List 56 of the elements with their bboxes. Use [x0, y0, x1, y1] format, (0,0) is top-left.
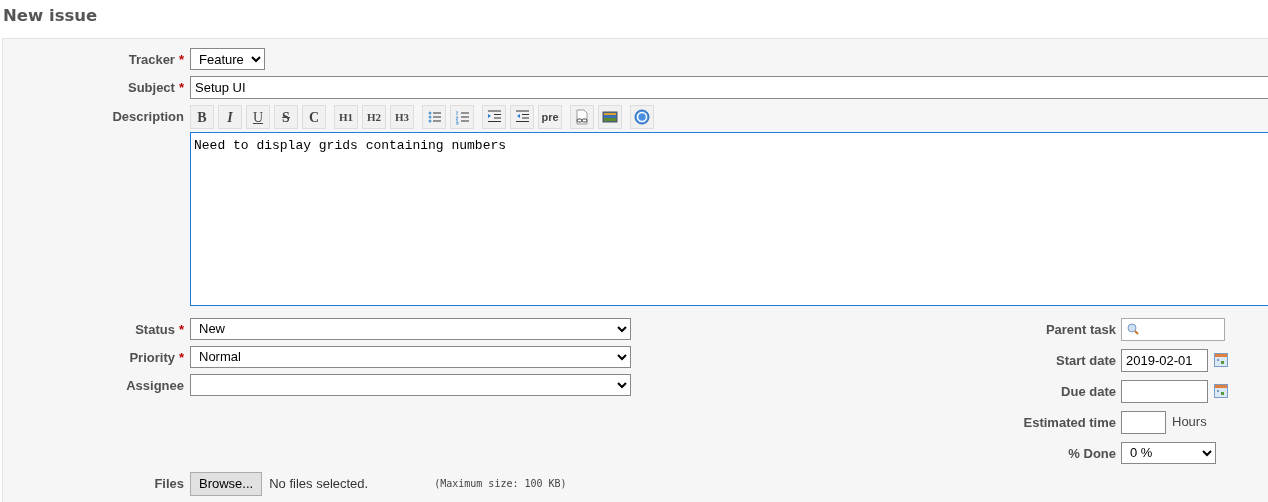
size-hint: (Maximum size: 100 KB): [434, 477, 567, 491]
required-mark: *: [178, 80, 184, 95]
required-mark: *: [178, 321, 184, 337]
heading-button[interactable]: H3: [390, 105, 414, 129]
image-icon: [602, 109, 618, 125]
strikethrough-button[interactable]: S: [274, 105, 298, 129]
field-label: Due date: [1061, 383, 1116, 399]
calendar-icon[interactable]: [1214, 353, 1228, 367]
link-icon: [574, 109, 590, 125]
numbered-list-icon: [454, 109, 470, 125]
field-label: Priority: [129, 349, 175, 365]
underline-button[interactable]: U: [246, 105, 270, 129]
select-field[interactable]: [190, 373, 631, 396]
date-field[interactable]: 2019-02-01: [1121, 348, 1208, 372]
file-status: No files selected.: [269, 474, 369, 493]
field-label: Description: [112, 109, 184, 124]
bulleted-list-icon: [426, 109, 442, 125]
field-label: Assignee: [126, 377, 184, 393]
image-button[interactable]: [598, 105, 622, 129]
heading-button[interactable]: H1: [334, 105, 358, 129]
code-button[interactable]: C: [302, 105, 326, 129]
description-field[interactable]: Need to display grids containing numbers: [190, 132, 1268, 306]
tracker-select[interactable]: Feature: [190, 48, 265, 70]
hours-field[interactable]: [1121, 410, 1166, 434]
select-field[interactable]: New: [190, 317, 631, 340]
outdent-button[interactable]: [510, 105, 534, 129]
select-field[interactable]: 0 %: [1121, 441, 1216, 464]
date-field[interactable]: [1121, 379, 1208, 403]
required-mark: *: [178, 349, 184, 365]
link-button[interactable]: [570, 105, 594, 129]
field-label: Start date: [1056, 352, 1116, 368]
numbered-list-button[interactable]: [450, 105, 474, 129]
page-title: New issue: [3, 5, 99, 27]
unit-label: Hours: [1172, 413, 1207, 432]
field-label: Subject: [127, 80, 175, 95]
outdent-icon: [514, 109, 530, 125]
indent-icon: [486, 109, 502, 125]
bold-button[interactable]: B: [190, 105, 214, 129]
field-label: Tracker: [128, 52, 175, 67]
field-label: % Done: [1068, 445, 1116, 461]
browse-button[interactable]: Browse...: [190, 471, 263, 496]
field-label: Status: [135, 321, 175, 337]
indent-button[interactable]: [482, 105, 506, 129]
calendar-icon[interactable]: [1214, 384, 1228, 398]
field-label: Files: [154, 475, 184, 491]
subject-field[interactable]: Setup UI: [190, 76, 1268, 99]
search-field[interactable]: [1121, 317, 1225, 341]
italic-button[interactable]: I: [218, 105, 242, 129]
required-mark: *: [178, 52, 184, 67]
search-icon: [1126, 322, 1140, 336]
preformatted-button[interactable]: pre: [538, 105, 562, 129]
field-label: Estimated time: [1023, 414, 1116, 430]
field-label: Parent task: [1045, 321, 1116, 337]
bulleted-list-button[interactable]: [422, 105, 446, 129]
select-field[interactable]: Normal: [190, 345, 631, 368]
heading-button[interactable]: H2: [362, 105, 386, 129]
